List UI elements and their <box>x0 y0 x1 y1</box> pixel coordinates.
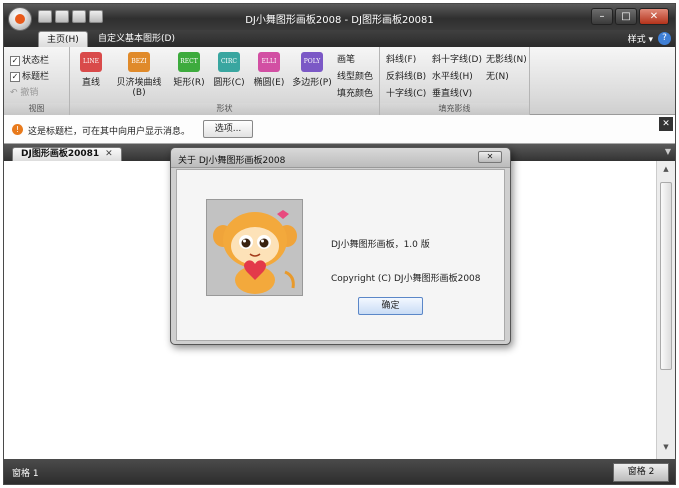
app-logo-icon <box>15 14 25 24</box>
hatch-none-button[interactable]: 无影线(N) <box>486 52 527 65</box>
circle-label: 圆形(C) <box>213 78 245 88</box>
group-shapes: LINE 直线 BEZI 贝济埃曲线(B) RECT 矩形(R) CIRC 圆形(C) … <box>70 47 380 115</box>
group-label-shapes: 形状 <box>70 103 379 115</box>
ribbon-tab-bar: 主页(H) 自定义基本图形(D) 样式 ▾ ? <box>4 30 675 47</box>
dialog-version-text: DJ小舞图形画板，1.0 版 <box>331 240 430 250</box>
group-label-view: 视图 <box>4 103 69 115</box>
bezier-button[interactable]: BEZI 贝济埃曲线(B) <box>110 52 168 98</box>
undo-label: 撤销 <box>20 88 39 98</box>
scroll-down-icon[interactable]: ▼ <box>660 443 672 455</box>
scroll-up-icon[interactable]: ▲ <box>660 165 672 177</box>
hatch-cross-button[interactable]: 十字线(C) <box>386 86 426 99</box>
title-bar: DJ小舞图形画板2008 - DJ图形画板20081 – □ ✕ <box>4 4 675 31</box>
hatch-diagonal-button[interactable]: 斜线(F) <box>386 52 416 65</box>
window-title: DJ小舞图形画板2008 - DJ图形画板20081 <box>245 15 434 26</box>
status-pane-2: 窗格 2 <box>613 463 669 482</box>
dialog-close-button[interactable]: ✕ <box>478 151 502 163</box>
tab-list-arrow-icon[interactable]: ▼ <box>665 147 671 156</box>
titlebar-checkbox[interactable]: ✓ 标题栏 <box>10 69 49 82</box>
dialog-copyright-text: Copyright (C) DJ小舞图形画板2008 <box>331 274 481 284</box>
statusbar-checkbox[interactable]: ✓ 状态栏 <box>10 53 49 66</box>
polygon-icon: POLY <box>301 52 323 72</box>
pen-button[interactable]: 画笔 <box>337 52 355 65</box>
checkbox-label: 状态栏 <box>22 56 50 66</box>
maximize-button[interactable]: □ <box>615 8 637 25</box>
monkey-mascot-image <box>206 199 303 296</box>
minimize-button[interactable]: – <box>591 8 613 25</box>
ellipse-label: 椭圆(E) <box>253 78 285 88</box>
polygon-button[interactable]: POLY 多边形(P) <box>290 52 334 88</box>
tab-custom-shapes[interactable]: 自定义基本图形(D) <box>90 31 183 47</box>
group-fill-shadow: 斜线(F) 反斜线(B) 十字线(C) 斜十字线(D) 水平线(H) 垂直线(V… <box>380 47 530 115</box>
rect-label: 矩形(R) <box>173 78 205 88</box>
polygon-label: 多边形(P) <box>292 78 332 88</box>
group-label-fill-shadow: 填充影线 <box>380 103 529 115</box>
hatch-back-diagonal-button[interactable]: 反斜线(B) <box>386 69 426 82</box>
ellipse-button[interactable]: ELLI 椭圆(E) <box>250 52 288 88</box>
bezier-label: 贝济埃曲线(B) <box>116 78 162 98</box>
line-button[interactable]: LINE 直线 <box>72 52 110 88</box>
message-bar: ! 这是标题栏，可在其中向用户显示消息。 选项... ✕ <box>4 115 675 144</box>
hatch-horizontal-button[interactable]: 水平线(H) <box>432 69 473 82</box>
hatch-vertical-button[interactable]: 垂直线(V) <box>432 86 472 99</box>
about-dialog: 关于 DJ小舞图形画板2008 ✕ DJ小舞图形画板，1.0 版 Copyrig… <box>170 147 511 345</box>
status-pane-1: 窗格 1 <box>12 469 39 479</box>
hatch-diag-cross-button[interactable]: 斜十字线(D) <box>432 52 482 65</box>
warning-icon: ! <box>12 124 23 135</box>
circle-button[interactable]: CIRC 圆形(C) <box>210 52 248 88</box>
help-icon[interactable]: ? <box>658 32 671 45</box>
scroll-thumb[interactable] <box>660 182 672 370</box>
vertical-scrollbar[interactable]: ▲ ▼ <box>656 161 675 459</box>
line-color-button[interactable]: 线型颜色 <box>337 69 373 82</box>
ellipse-icon: ELLI <box>258 52 280 72</box>
dialog-title-bar: 关于 DJ小舞图形画板2008 ✕ <box>171 148 510 168</box>
close-button[interactable]: ✕ <box>639 8 669 25</box>
checkbox-label: 标题栏 <box>22 72 50 82</box>
group-view: ✓ 状态栏 ✓ 标题栏 ↶ 撤销 视图 <box>4 47 70 115</box>
document-tab-label: DJ图形画板20081 <box>21 149 100 159</box>
line-label: 直线 <box>81 78 100 88</box>
options-button[interactable]: 选项... <box>203 120 253 138</box>
ok-button[interactable]: 确定 <box>358 297 423 315</box>
dialog-body: DJ小舞图形画板，1.0 版 Copyright (C) DJ小舞图形画板200… <box>176 169 505 341</box>
fill-none-button[interactable]: 无(N) <box>486 69 509 82</box>
dialog-title: 关于 DJ小舞图形画板2008 <box>178 156 286 166</box>
checkbox-checked-icon: ✓ <box>10 71 20 82</box>
ribbon: ✓ 状态栏 ✓ 标题栏 ↶ 撤销 视图 LINE 直线 BEZI 贝济埃曲线(B) RE… <box>4 47 675 115</box>
close-tab-icon[interactable]: ✕ <box>105 149 113 159</box>
app-window: DJ小舞图形画板2008 - DJ图形画板20081 – □ ✕ 主页(H) 自… <box>3 3 676 485</box>
undo-item[interactable]: ↶ 撤销 <box>10 85 38 98</box>
style-menu[interactable]: 样式 ▾ <box>628 32 653 45</box>
document-tab[interactable]: DJ图形画板20081 ✕ <box>12 147 122 161</box>
bezier-icon: BEZI <box>128 52 150 72</box>
rect-icon: RECT <box>178 52 200 72</box>
message-close-icon[interactable]: ✕ <box>659 117 673 131</box>
line-icon: LINE <box>80 52 102 72</box>
fill-color-button[interactable]: 填充颜色 <box>337 86 373 99</box>
message-text: 这是标题栏，可在其中向用户显示消息。 <box>28 127 191 137</box>
circle-icon: CIRC <box>218 52 240 72</box>
undo-small-icon: ↶ <box>10 88 21 98</box>
tab-home[interactable]: 主页(H) <box>38 31 88 47</box>
app-menu-orb[interactable] <box>8 7 32 31</box>
checkbox-checked-icon: ✓ <box>10 55 20 66</box>
rect-button[interactable]: RECT 矩形(R) <box>170 52 208 88</box>
status-bar: 窗格 1 窗格 2 <box>4 459 675 484</box>
